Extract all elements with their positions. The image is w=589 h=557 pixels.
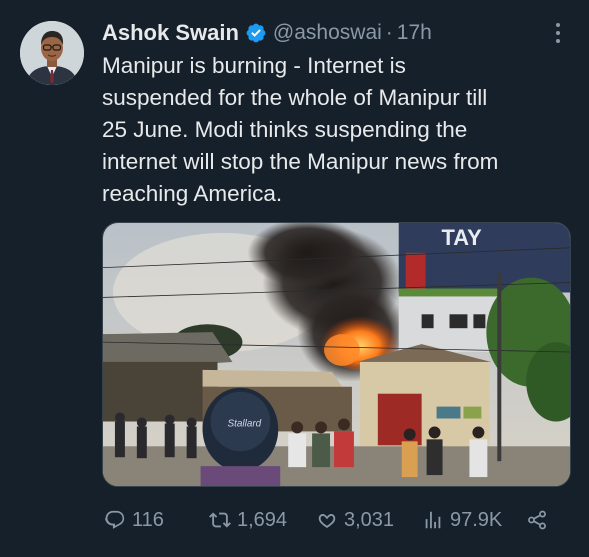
verified-badge-icon[interactable] [245,22,267,44]
billboard-text: TAY [442,225,483,250]
views-icon [425,511,441,529]
more-icon[interactable] [548,20,568,46]
helmet-text: Stallard [227,418,261,429]
tweet-text: Manipur is burning - Internet is suspend… [102,53,499,206]
reply-count: 116 [132,508,164,531]
retweet-count: 1,694 [237,508,288,531]
tweet-timestamp[interactable]: 17h [397,21,432,45]
views-button[interactable]: 97.9K [422,505,502,535]
reply-icon [105,510,125,529]
author-handle[interactable]: @ashoswai [273,21,382,45]
retweet-button[interactable]: 1,694 [209,505,287,535]
author-display-name[interactable]: Ashok Swain [102,20,239,46]
separator-dot: · [385,21,393,44]
tweet-actions: 116 1,694 3,031 97.9K [104,505,554,535]
retweet-icon [209,512,231,528]
tweet[interactable]: Ashok Swain @ashoswai · 17h Manipur is b… [0,0,589,557]
views-count: 97.9K [450,508,503,531]
share-button[interactable] [526,505,548,535]
tweet-media-image[interactable]: TAY Stallard [102,222,571,487]
share-icon [528,510,546,530]
like-count: 3,031 [344,508,395,531]
avatar[interactable] [20,21,84,85]
tweet-header: Ashok Swain @ashoswai · 17h [102,18,432,48]
heart-icon [318,514,336,528]
reply-button[interactable]: 116 [104,505,164,535]
like-button[interactable]: 3,031 [316,505,394,535]
